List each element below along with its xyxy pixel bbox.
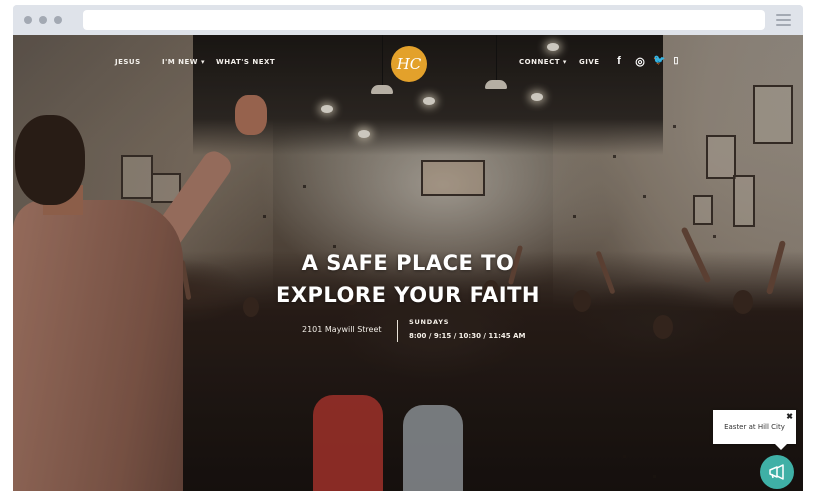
- twitter-icon[interactable]: 🐦: [653, 55, 665, 66]
- browser-window: JESUS I'M NEW ▾ WHAT'S NEXT HC CONNECT ▾…: [13, 5, 803, 491]
- nav-item-give[interactable]: GIVE: [579, 58, 600, 66]
- service-times: 8:00 / 9:15 / 10:30 / 11:45 AM: [409, 332, 526, 340]
- instagram-icon[interactable]: ◎: [634, 55, 646, 68]
- browser-chrome: [13, 5, 803, 35]
- url-bar[interactable]: [83, 10, 765, 30]
- mobile-icon[interactable]: ▯: [670, 55, 682, 66]
- hamburger-menu-icon[interactable]: [776, 14, 791, 26]
- site-logo[interactable]: HC: [391, 46, 427, 82]
- nav-item-im-new[interactable]: I'M NEW ▾: [162, 58, 205, 66]
- church-address: 2101 Maywill Street: [302, 325, 382, 334]
- window-dot-icon[interactable]: [54, 16, 62, 24]
- window-dot-icon[interactable]: [39, 16, 47, 24]
- megaphone-icon: [769, 464, 784, 480]
- window-dot-icon[interactable]: [24, 16, 32, 24]
- info-divider: [397, 320, 398, 342]
- megaphone-button[interactable]: [760, 455, 794, 489]
- popup-tail: [775, 444, 787, 450]
- close-icon[interactable]: ✖: [786, 412, 793, 421]
- hero-headline-line1: A SAFE PLACE TO: [301, 251, 515, 275]
- facebook-icon[interactable]: f: [613, 55, 625, 67]
- site-nav: JESUS I'M NEW ▾ WHAT'S NEXT HC CONNECT ▾…: [13, 35, 803, 95]
- service-day-label: SUNDAYS: [409, 318, 450, 326]
- hero-headline-line2: EXPLORE YOUR FAITH: [276, 283, 540, 307]
- announcement-popup[interactable]: ✖ Easter at Hill City: [713, 410, 796, 450]
- hero-section: JESUS I'M NEW ▾ WHAT'S NEXT HC CONNECT ▾…: [13, 35, 803, 491]
- nav-item-jesus[interactable]: JESUS: [115, 58, 141, 66]
- announcement-text[interactable]: Easter at Hill City: [713, 423, 796, 431]
- nav-item-whats-next[interactable]: WHAT'S NEXT: [216, 58, 275, 66]
- nav-item-connect[interactable]: CONNECT ▾: [519, 58, 567, 66]
